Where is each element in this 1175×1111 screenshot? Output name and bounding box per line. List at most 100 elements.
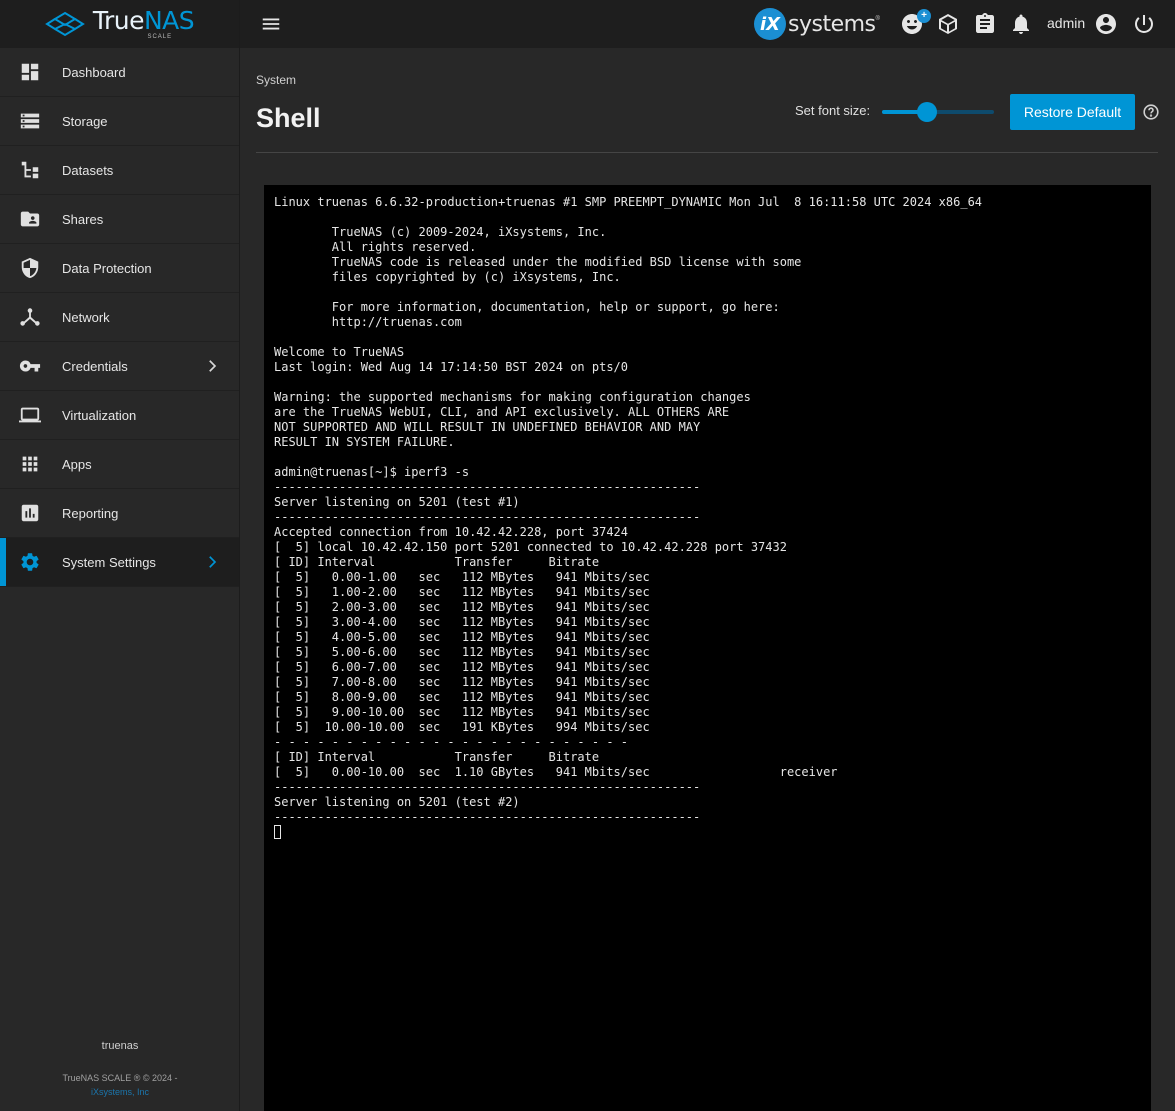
copyright-text: TrueNAS SCALE ® © 2024 - (62, 1073, 178, 1083)
sidebar-item-apps[interactable]: Apps (0, 440, 239, 489)
account-button[interactable] (1094, 12, 1118, 36)
sidebar-item-label: Credentials (62, 358, 128, 374)
terminal-line: [ 5] 6.00-7.00 sec 112 MBytes 941 Mbits/… (274, 660, 650, 674)
terminal-line: RESULT IN SYSTEM FAILURE. (274, 435, 455, 449)
terminal-line: admin@truenas[~]$ iperf3 -s (274, 465, 470, 479)
terminal-line: Welcome to TrueNAS (274, 345, 405, 359)
power-button[interactable] (1132, 12, 1156, 36)
bell-icon (1013, 14, 1029, 34)
sidebar-item-label: System Settings (62, 554, 156, 570)
layers-icon (939, 14, 957, 34)
sidebar-item-datasets[interactable]: Datasets (0, 146, 239, 195)
breadcrumb[interactable]: System (256, 73, 296, 87)
sidebar: TrueNAS SCALE Dashboard Storage Datasets… (0, 0, 240, 1111)
terminal-cursor-line (274, 825, 982, 841)
terminal-line: Server listening on 5201 (test #1) (274, 495, 520, 509)
terminal-line: ----------------------------------------… (274, 810, 701, 824)
terminal-line: [ 5] 5.00-6.00 sec 112 MBytes 941 Mbits/… (274, 645, 650, 659)
sidebar-item-label: Network (62, 309, 110, 325)
terminal-line: [ 5] 2.00-3.00 sec 112 MBytes 941 Mbits/… (274, 600, 650, 614)
jobs-button[interactable] (936, 12, 960, 36)
tasks-button[interactable] (973, 12, 997, 36)
terminal-line: Last login: Wed Aug 14 17:14:50 BST 2024… (274, 360, 629, 374)
page-title: Shell (256, 103, 321, 133)
terminal-line: ----------------------------------------… (274, 780, 701, 794)
terminal-line: NOT SUPPORTED AND WILL RESULT IN UNDEFIN… (274, 420, 701, 434)
sidebar-item-reporting[interactable]: Reporting (0, 489, 239, 538)
brand-name-accent: NAS (143, 6, 195, 35)
main-content: System Shell Set font size: Restore Defa… (240, 48, 1175, 1111)
network-icon (18, 305, 42, 329)
slider-thumb[interactable] (916, 102, 937, 122)
sidebar-item-label: Storage (62, 113, 108, 129)
chart-icon (18, 501, 42, 525)
sidebar-item-dashboard[interactable]: Dashboard (0, 48, 239, 97)
terminal[interactable]: Linux truenas 6.6.32-production+truenas … (264, 185, 1151, 1111)
gear-icon (18, 550, 42, 574)
terminal-line: [ ID] Interval Transfer Bitrate (274, 750, 600, 764)
font-size-slider[interactable] (882, 102, 994, 122)
terminal-line: http://truenas.com (274, 315, 462, 329)
storage-icon (18, 109, 42, 133)
terminal-line: are the TrueNAS WebUI, CLI, and API excl… (274, 405, 730, 419)
ix-registered-mark: ® (875, 16, 880, 22)
chevron-right-icon (203, 357, 221, 375)
apps-icon (18, 452, 42, 476)
terminal-line: ----------------------------------------… (274, 480, 701, 494)
sidebar-item-credentials[interactable]: Credentials (0, 342, 239, 391)
terminal-line: [ 5] 9.00-10.00 sec 112 MBytes 941 Mbits… (274, 705, 650, 719)
terminal-line: TrueNAS (c) 2009-2024, iXsystems, Inc. (274, 225, 607, 239)
ix-mark: iX (754, 8, 786, 40)
update-badge: + (917, 9, 931, 23)
sidebar-item-shares[interactable]: Shares (0, 195, 239, 244)
sidebar-item-label: Dashboard (62, 64, 126, 80)
font-size-label: Set font size: (795, 103, 871, 118)
sidebar-item-storage[interactable]: Storage (0, 97, 239, 146)
ixsystems-logo[interactable]: iX systems ® (754, 8, 880, 40)
security-icon (18, 256, 42, 280)
datasets-icon (18, 158, 42, 182)
power-icon (1135, 15, 1153, 33)
terminal-line: TrueNAS code is released under the modif… (274, 255, 802, 269)
terminal-line: [ 5] local 10.42.42.150 port 5201 connec… (274, 540, 787, 554)
truenas-logo[interactable]: TrueNAS SCALE (0, 0, 239, 48)
sidebar-item-label: Shares (62, 211, 104, 227)
shares-icon (18, 207, 42, 231)
terminal-line: [ 5] 0.00-1.00 sec 112 MBytes 941 Mbits/… (274, 570, 650, 584)
username-label[interactable]: admin (1047, 15, 1085, 31)
menu-toggle-button[interactable] (260, 13, 282, 35)
terminal-line: [ 5] 7.00-8.00 sec 112 MBytes 941 Mbits/… (274, 675, 650, 689)
sidebar-nav: Dashboard Storage Datasets Shares Data P… (0, 48, 239, 587)
terminal-line: - - - - - - - - - - - - - - - - - - - - … (274, 735, 629, 749)
terminal-line: [ 5] 10.00-10.00 sec 191 KBytes 994 Mbit… (274, 720, 650, 734)
clipboard-icon (976, 13, 994, 33)
account-circle-icon (1096, 14, 1116, 34)
terminal-cursor (274, 825, 281, 839)
terminal-line: Warning: the supported mechanisms for ma… (274, 390, 751, 404)
sidebar-item-network[interactable]: Network (0, 293, 239, 342)
terminal-output: Linux truenas 6.6.32-production+truenas … (274, 195, 982, 841)
brand-wordmark: TrueNAS SCALE (92, 6, 195, 40)
help-button[interactable] (1143, 104, 1159, 120)
terminal-line: For more information, documentation, hel… (274, 300, 780, 314)
terminal-line: Server listening on 5201 (test #2) (274, 795, 520, 809)
company-link[interactable]: iXsystems, Inc (0, 1087, 240, 1097)
chevron-right-icon (203, 553, 221, 571)
brand-name-main: True (92, 6, 145, 35)
notifications-button[interactable] (1009, 12, 1033, 36)
sidebar-item-virtualization[interactable]: Virtualization (0, 391, 239, 440)
dashboard-icon (18, 60, 42, 84)
sidebar-item-label: Datasets (62, 162, 114, 178)
terminal-line: files copyrighted by (c) iXsystems, Inc. (274, 270, 621, 284)
laptop-icon (18, 403, 42, 427)
feedback-button[interactable]: + (900, 9, 931, 36)
brand-edition: SCALE (147, 34, 173, 40)
sidebar-item-system-settings[interactable]: System Settings (0, 538, 239, 587)
truenas-logo-icon (44, 11, 85, 37)
sidebar-item-data-protection[interactable]: Data Protection (0, 244, 239, 293)
restore-default-button[interactable]: Restore Default (1010, 94, 1135, 130)
